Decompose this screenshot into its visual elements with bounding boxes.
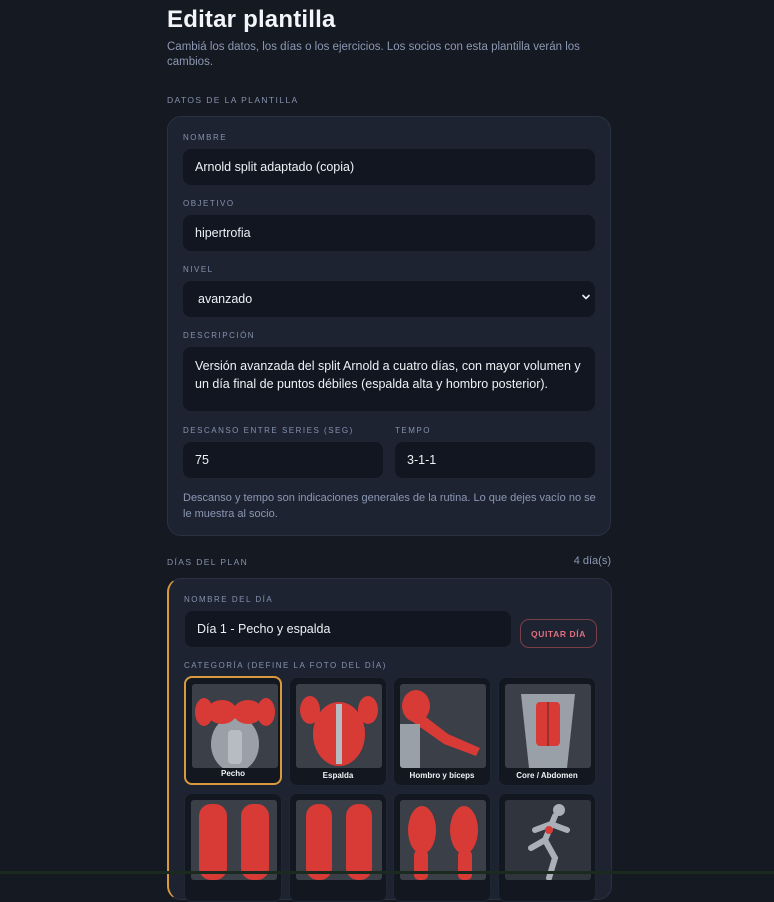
category-tile-hombro-biceps[interactable]: Hombro y bíceps — [393, 677, 491, 786]
tempo-input[interactable]: 3-1-1 — [395, 442, 595, 478]
core-abs-image — [505, 684, 591, 768]
quads-image — [191, 800, 277, 880]
days-section-label: DÍAS DEL PLAN — [167, 557, 249, 567]
category-tile-core[interactable]: Core / Abdomen — [498, 677, 596, 786]
category-tile-legs-front[interactable] — [184, 793, 282, 902]
runner-image — [505, 800, 591, 880]
hamstrings-image — [296, 800, 382, 880]
category-tile-legs-back[interactable] — [289, 793, 387, 902]
day-card: NOMBRE DEL DÍA Día 1 - Pecho y espalda Q… — [167, 578, 612, 902]
category-caption: Pecho — [220, 769, 245, 778]
category-tile-cardio[interactable] — [498, 793, 596, 902]
category-tile-espalda[interactable]: Espalda — [289, 677, 387, 786]
nivel-select[interactable]: avanzado — [183, 281, 595, 317]
nombre-label: NOMBRE — [183, 133, 228, 142]
day-name-label: NOMBRE DEL DÍA — [184, 595, 274, 604]
chest-muscle-image — [192, 684, 278, 768]
descanso-label: DESCANSO ENTRE SERIES (SEG) — [183, 426, 354, 435]
category-caption: Hombro y bíceps — [409, 771, 475, 780]
category-tile-pecho[interactable]: Pecho — [184, 676, 282, 785]
category-label: CATEGORÍA (DEFINE LA FOTO DEL DÍA) — [184, 661, 387, 670]
remove-day-button[interactable]: QUITAR DÍA — [520, 619, 597, 648]
nombre-input[interactable]: Arnold split adaptado (copia) — [183, 149, 595, 185]
tempo-label: TEMPO — [395, 426, 431, 435]
day-name-input[interactable]: Día 1 - Pecho y espalda — [185, 611, 511, 647]
template-section-label: DATOS DE LA PLANTILLA — [167, 95, 299, 105]
shoulder-biceps-image — [400, 684, 486, 768]
page-subtitle: Cambiá los datos, los días o los ejercic… — [167, 41, 580, 68]
days-count: 4 día(s) — [573, 555, 611, 567]
page-title: Editar plantilla — [167, 6, 336, 33]
nivel-label: NIVEL — [183, 265, 214, 274]
nivel-selected-value: avanzado — [198, 292, 253, 306]
objetivo-label: OBJETIVO — [183, 199, 235, 208]
objetivo-input[interactable]: hipertrofia — [183, 215, 595, 251]
category-caption: Core / Abdomen — [516, 771, 578, 780]
full-legs-image — [400, 800, 486, 880]
descanso-input[interactable]: 75 — [183, 442, 383, 478]
descripcion-label: DESCRIPCIÓN — [183, 331, 256, 340]
rest-tempo-help: Descanso y tempo son indicaciones genera… — [183, 492, 596, 520]
template-data-card: NOMBRE Arnold split adaptado (copia) OBJ… — [167, 116, 611, 536]
descripcion-textarea[interactable]: Versión avanzada del split Arnold a cuat… — [183, 347, 595, 411]
category-tile-legs-full[interactable] — [393, 793, 491, 902]
chevron-down-icon — [582, 294, 590, 300]
back-muscle-image — [296, 684, 382, 768]
category-caption: Espalda — [322, 771, 354, 780]
